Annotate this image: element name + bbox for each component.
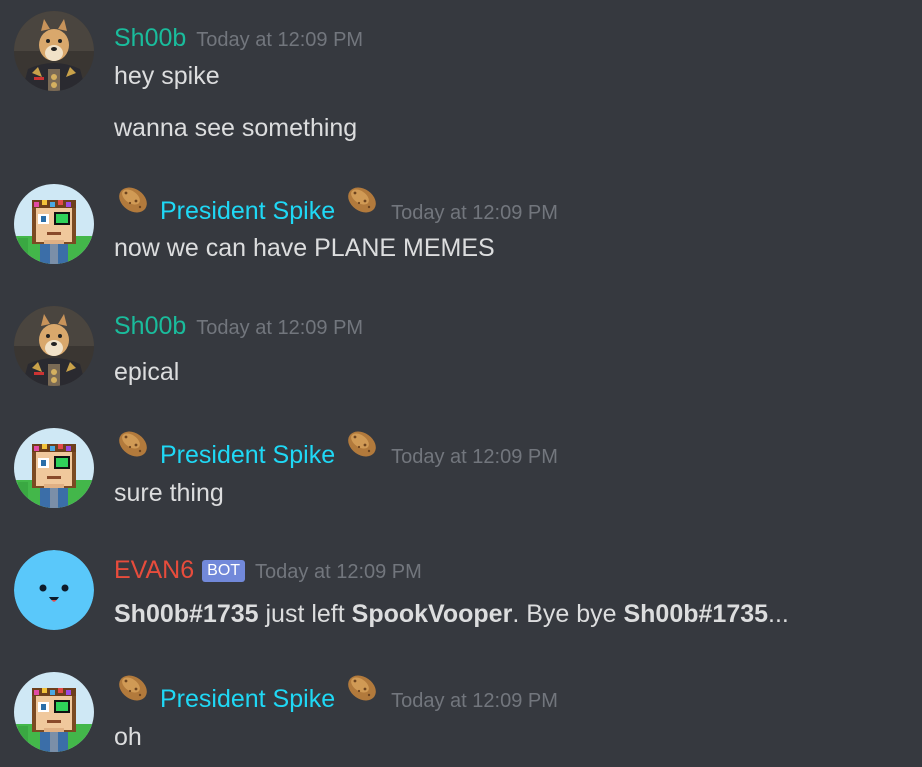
mentioned-user: Sh00b#1735 [114,600,259,628]
potato-emoji-icon [114,671,152,705]
mentioned-user: Sh00b#1735 [623,600,769,628]
smiley-face-avatar[interactable] [14,550,94,630]
pixel-spike-avatar[interactable] [14,428,94,508]
message-fragment: ... [768,600,789,628]
username[interactable]: President Spike [160,194,335,228]
potato-emoji-icon [343,183,381,217]
potato-emoji-icon [343,427,381,461]
message-header: President Spike Today at 12:09 PM [114,671,558,713]
bot-badge: BOT [202,560,246,582]
potato-emoji-icon [114,183,152,217]
message-text: now we can have PLANE MEMES [114,234,495,262]
username[interactable]: Sh00b [114,309,186,343]
timestamp: Today at 12:09 PM [391,446,558,468]
timestamp: Today at 12:09 PM [391,202,558,224]
potato-emoji-icon [114,427,152,461]
doge-general-avatar[interactable] [14,306,94,386]
message-text: epical [114,358,180,386]
timestamp: Today at 12:09 PM [196,29,364,51]
timestamp: Today at 12:09 PM [196,317,364,339]
message-header: Sh00b Today at 12:09 PM [114,309,363,343]
message-text: wanna see something [114,114,358,142]
server-name: SpookVooper [351,600,513,628]
message-header: EVAN6 BOT Today at 12:09 PM [114,553,422,587]
message-fragment: just left [258,600,352,628]
username[interactable]: President Spike [160,682,335,716]
message-text: hey spike [114,62,220,90]
username[interactable]: President Spike [160,438,335,472]
potato-emoji-icon [343,671,381,705]
message-fragment: . Bye bye [512,600,624,628]
username[interactable]: EVAN6 [114,553,194,587]
timestamp: Today at 12:09 PM [391,690,558,712]
message-header: President Spike Today at 12:09 PM [114,427,558,469]
timestamp: Today at 12:09 PM [255,561,422,583]
doge-general-avatar[interactable] [14,11,94,91]
pixel-spike-avatar[interactable] [14,184,94,264]
username[interactable]: Sh00b [114,21,186,55]
pixel-spike-avatar[interactable] [14,672,94,752]
message-header: President Spike Today at 12:09 PM [114,183,558,225]
message-header: Sh00b Today at 12:09 PM [114,21,363,55]
bot-message-text: Sh00b#1735 just left SpookVooper. Bye by… [114,597,789,631]
message-text: oh [114,723,142,751]
message-text: sure thing [114,479,224,507]
